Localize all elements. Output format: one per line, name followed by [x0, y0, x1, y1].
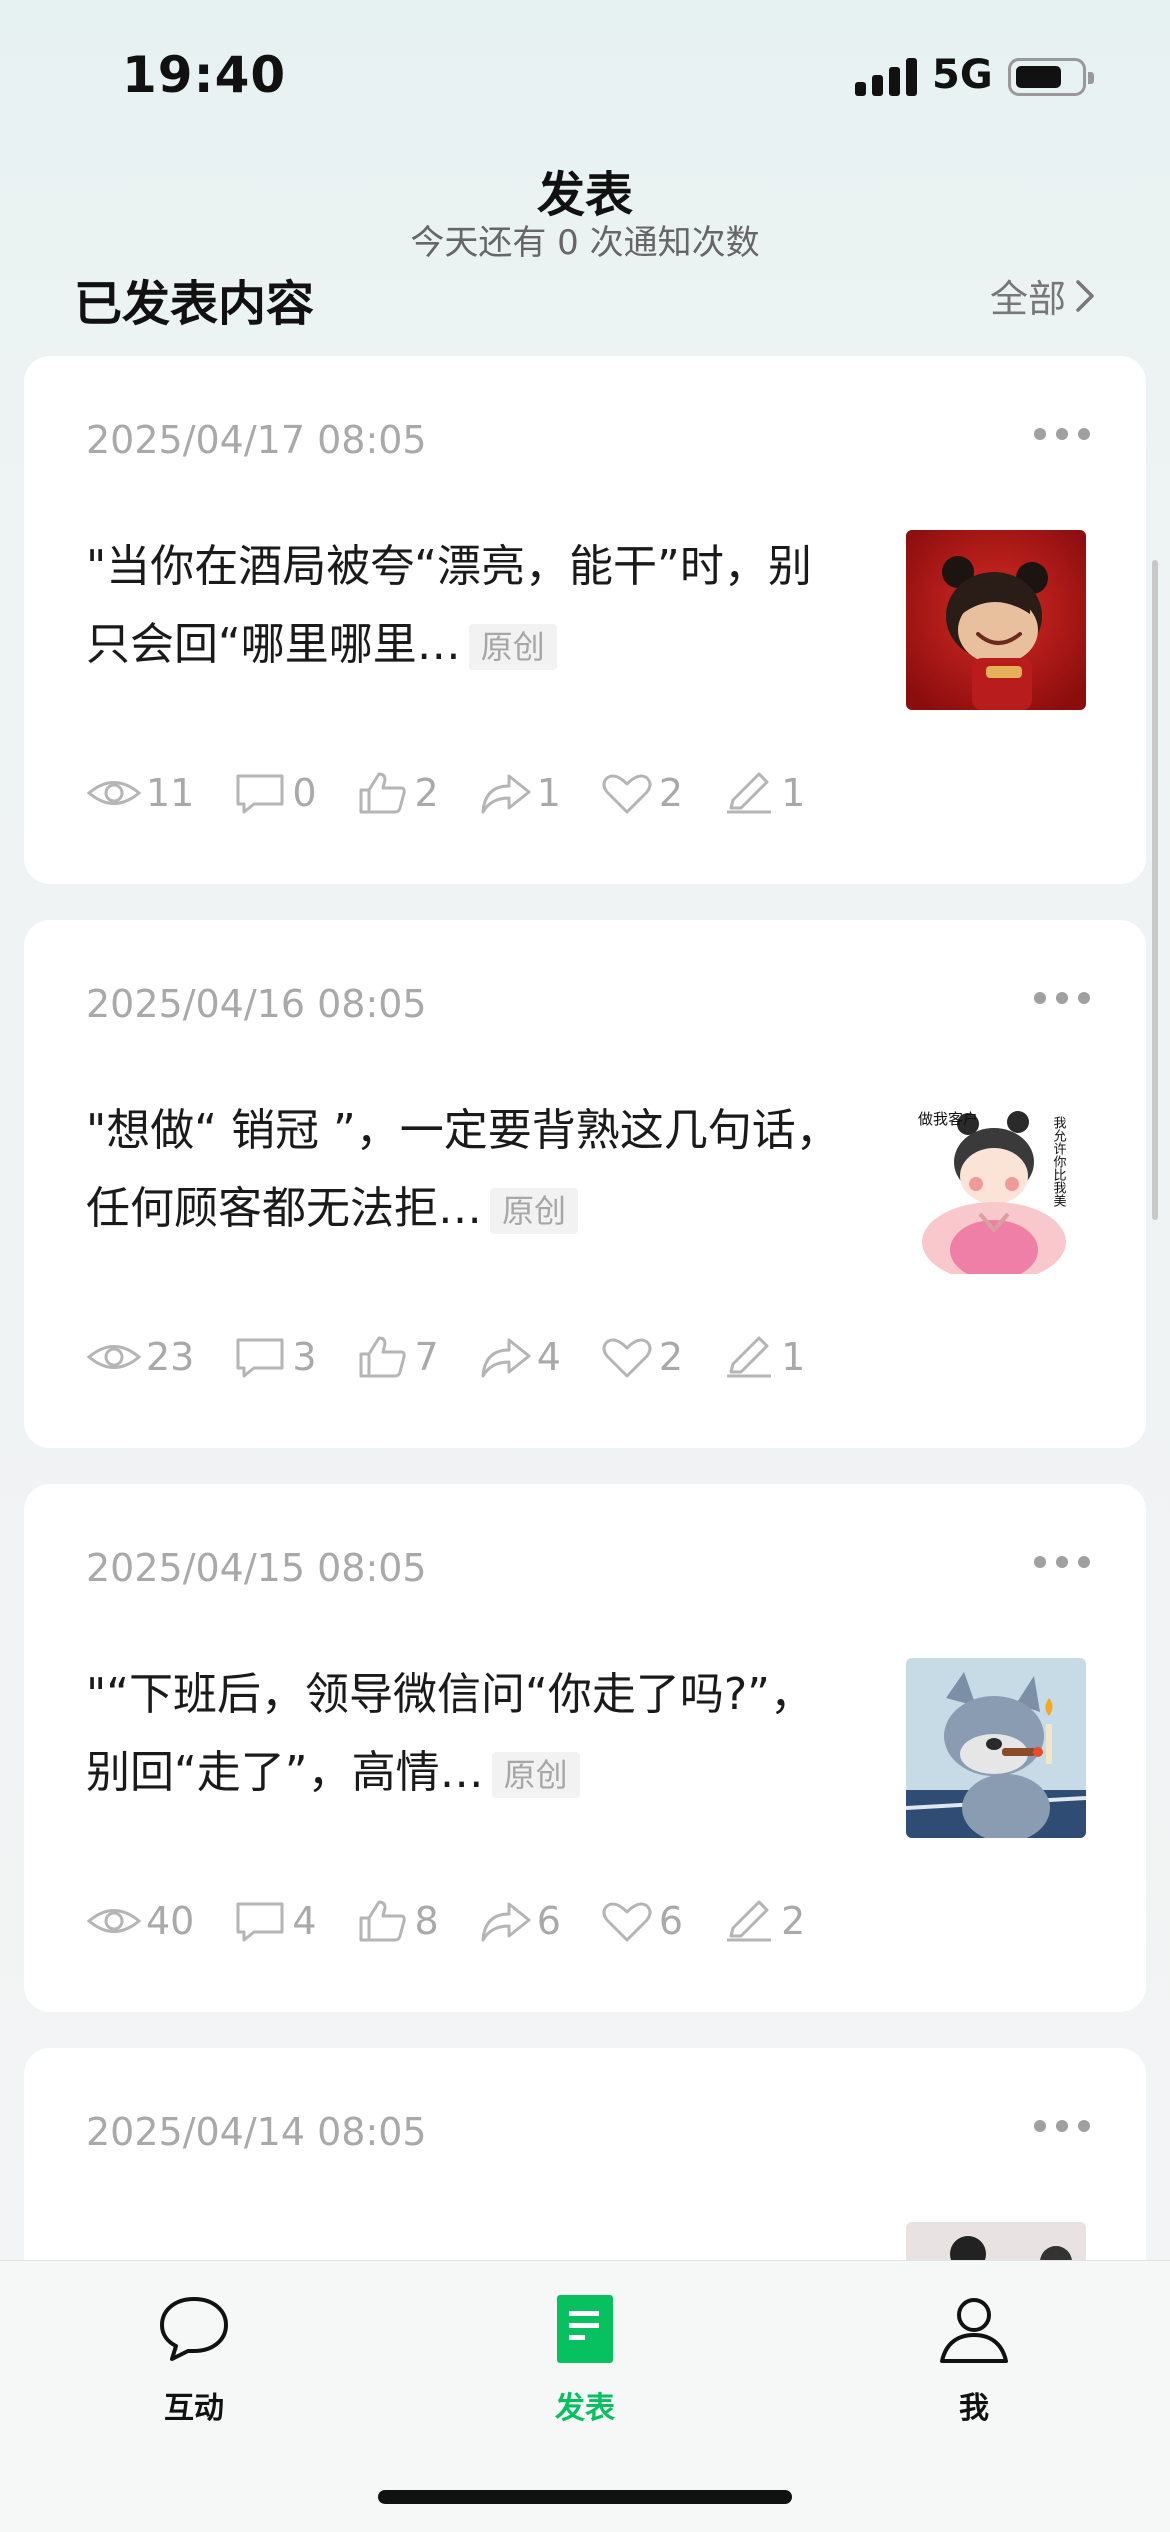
edits-stat: 2	[721, 1898, 805, 1944]
heart-icon	[602, 1902, 652, 1942]
likes-stat: 2	[355, 770, 439, 816]
post-image	[906, 2222, 1086, 2260]
post-list[interactable]: 2025/04/17 08:05 "当你在酒局被夸“漂亮，能干”时，别只会回“哪…	[0, 356, 1170, 2260]
post-stats: 11 0 2 1 2 1	[86, 768, 843, 818]
post-excerpt[interactable]: "当你在酒局被夸“漂亮，能干”时，别只会回“哪里哪里… 原创	[86, 528, 846, 684]
network-type: 5G	[932, 52, 993, 98]
section-title: 已发表内容	[74, 276, 315, 332]
heart-icon	[602, 1338, 652, 1378]
cellular-signal-icon	[855, 58, 917, 96]
comment-icon	[236, 1902, 284, 1942]
thumbs-up-icon	[359, 1900, 406, 1942]
thumbs-up-icon	[359, 1336, 406, 1378]
favorites-stat: 6	[599, 1898, 683, 1944]
comment-icon	[236, 1338, 284, 1378]
pencil-icon	[727, 772, 772, 814]
tab-publish[interactable]: 发表	[485, 2289, 685, 2427]
views-stat: 40	[86, 1898, 194, 1944]
sticker-text-left: 做我客户	[918, 1110, 978, 1128]
cartoon-girl-image	[906, 530, 1086, 710]
see-all-link[interactable]: 全部	[990, 268, 1096, 323]
shares-stat: 4	[477, 1334, 561, 1380]
post-card[interactable]: 2025/04/14 08:05	[24, 2048, 1146, 2260]
post-text: "当你在酒局被夸“漂亮，能干”时，别只会回“哪里哪里…	[86, 541, 812, 670]
post-text: "“下班后，领导微信问“你走了吗?”，别回“走了”，高情…	[86, 1669, 814, 1798]
original-tag: 原创	[490, 1188, 579, 1234]
tab-interaction[interactable]: 互动	[94, 2289, 294, 2427]
favorites-stat: 2	[599, 770, 683, 816]
original-tag: 原创	[468, 624, 557, 670]
chevron-right-icon	[1076, 279, 1094, 312]
post-thumbnail[interactable]	[906, 530, 1086, 710]
scrollbar[interactable]	[1152, 560, 1158, 1220]
post-date: 2025/04/16 08:05	[86, 982, 427, 1026]
favorites-stat: 2	[599, 1334, 683, 1380]
views-stat: 11	[86, 770, 194, 816]
post-excerpt[interactable]: "“下班后，领导微信问“你走了吗?”，别回“走了”，高情… 原创	[86, 1656, 846, 1812]
post-card[interactable]: 2025/04/16 08:05 "想做“ 销冠 ”，一定要背熟这几句话，任何顾…	[24, 920, 1146, 1448]
comments-stat: 4	[232, 1898, 317, 1944]
eye-icon	[86, 1909, 142, 1933]
eye-icon	[86, 1345, 142, 1369]
chubby-girl-sticker-image: 做我客户 我允许你比我美	[906, 1094, 1086, 1274]
shares-stat: 1	[477, 770, 561, 816]
post-thumbnail[interactable]	[906, 1658, 1086, 1838]
comment-icon	[236, 774, 284, 814]
post-thumbnail[interactable]	[906, 2222, 1086, 2260]
post-stats: 40 4 8 6 6 2	[86, 1896, 843, 1946]
chat-bubble-icon	[160, 2297, 228, 2361]
edits-stat: 1	[721, 770, 805, 816]
likes-stat: 7	[355, 1334, 439, 1380]
tab-me[interactable]: 我	[874, 2289, 1074, 2427]
shares-stat: 6	[477, 1898, 561, 1944]
share-arrow-icon	[481, 1902, 531, 1942]
status-time: 19:40	[122, 46, 287, 104]
more-options-icon[interactable]	[1034, 2120, 1090, 2134]
share-arrow-icon	[481, 1338, 531, 1378]
see-all-label: 全部	[989, 277, 1066, 321]
pencil-icon	[727, 1336, 772, 1378]
more-options-icon[interactable]	[1034, 1556, 1090, 1570]
heart-icon	[602, 774, 652, 814]
original-tag: 原创	[491, 1752, 580, 1798]
person-icon	[940, 2298, 1008, 2363]
post-date: 2025/04/17 08:05	[86, 418, 427, 462]
eye-icon	[86, 781, 142, 805]
post-text: "想做“ 销冠 ”，一定要背熟这几句话，任何顾客都无法拒…	[86, 1105, 840, 1234]
sticker-text-right: 我允许你比我美	[1051, 1116, 1067, 1207]
comments-stat: 0	[232, 770, 317, 816]
thumbs-up-icon	[359, 772, 406, 814]
document-icon	[557, 2295, 613, 2363]
comments-stat: 3	[232, 1334, 317, 1380]
likes-stat: 8	[355, 1898, 439, 1944]
more-options-icon[interactable]	[1034, 428, 1090, 442]
home-indicator	[378, 2490, 792, 2504]
cartoon-cat-image	[906, 1658, 1086, 1838]
edits-stat: 1	[721, 1334, 805, 1380]
status-bar: 19:40 5G	[0, 0, 1170, 150]
post-thumbnail[interactable]: 做我客户 我允许你比我美	[906, 1094, 1086, 1274]
page-subtitle: 今天还有 0 次通知次数	[410, 223, 760, 263]
more-options-icon[interactable]	[1034, 992, 1090, 1006]
post-date: 2025/04/15 08:05	[86, 1546, 427, 1590]
post-card[interactable]: 2025/04/15 08:05 "“下班后，领导微信问“你走了吗?”，别回“走…	[24, 1484, 1146, 2012]
post-card[interactable]: 2025/04/17 08:05 "当你在酒局被夸“漂亮，能干”时，别只会回“哪…	[24, 356, 1146, 884]
pencil-icon	[727, 1900, 772, 1942]
views-stat: 23	[86, 1334, 194, 1380]
post-date: 2025/04/14 08:05	[86, 2110, 427, 2154]
post-excerpt[interactable]: "想做“ 销冠 ”，一定要背熟这几句话，任何顾客都无法拒… 原创	[86, 1092, 846, 1248]
share-arrow-icon	[481, 774, 531, 814]
battery-icon	[1008, 58, 1094, 96]
post-stats: 23 3 7 4 2 1	[86, 1332, 843, 1382]
